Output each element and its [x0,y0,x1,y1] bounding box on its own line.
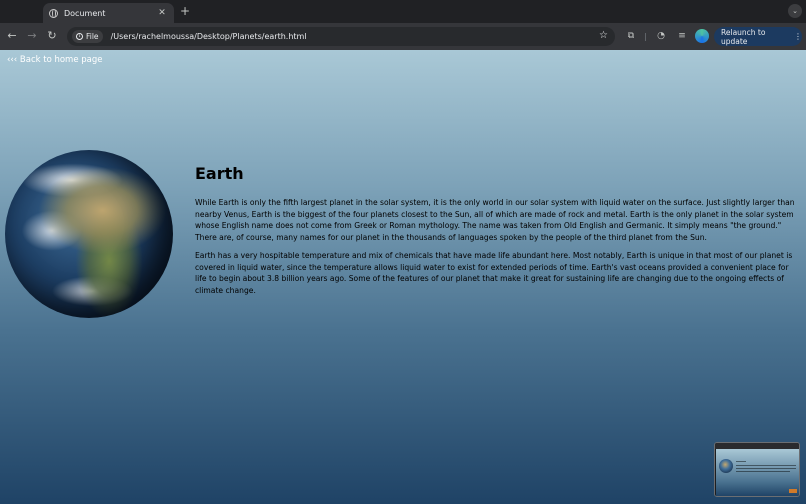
new-tab-button[interactable]: + [178,4,192,18]
thumbnail-badge [789,489,797,493]
screenshot-thumbnail[interactable] [714,442,800,497]
puzzle-icon[interactable]: ⧉ [625,30,637,42]
forward-button[interactable]: → [24,28,40,44]
planet-content: Earth While Earth is only the fifth larg… [195,164,800,303]
url-text[interactable]: /Users/rachelmoussa/Desktop/Planets/eart… [111,32,307,41]
tab-strip: Document ✕ + ⌄ [0,0,806,23]
globe-icon [49,8,58,18]
thumbnail-page [716,449,799,496]
paragraph: While Earth is only the fifth largest pl… [195,198,795,243]
tab-title: Document [64,8,106,18]
tab-document[interactable]: Document ✕ [43,3,174,23]
close-icon[interactable]: ✕ [156,7,168,19]
info-icon: i [76,33,83,40]
page-viewport: ‹‹‹ Back to home page Earth While Earth … [0,50,806,504]
back-button[interactable]: ← [4,28,20,44]
relaunch-button[interactable]: Relaunch to update ⋮ [714,27,802,46]
toolbar-divider [645,33,646,41]
media-queue-icon[interactable]: ≡ [676,30,688,42]
more-vert-icon[interactable]: ⋮ [794,32,802,41]
address-bar[interactable]: i File /Users/rachelmoussa/Desktop/Plane… [67,27,615,46]
profile-icon[interactable] [695,29,709,43]
paragraph: Earth has a very hospitable temperature … [195,250,793,295]
chevron-down-icon[interactable]: ⌄ [788,4,802,18]
back-to-home-link[interactable]: ‹‹‹ Back to home page [7,55,103,65]
toolbar: ← → ↻ i File /Users/rachelmoussa/Desktop… [0,23,806,50]
site-info-chip[interactable]: i File [72,30,103,43]
thumbnail-line [736,465,796,466]
relaunch-label: Relaunch to update [721,27,766,46]
thumbnail-earth [719,459,733,473]
reload-button[interactable]: ↻ [44,28,60,44]
gauge-icon[interactable]: ◔ [655,30,667,42]
thumbnail-line [736,468,796,469]
earth-image [5,150,173,318]
site-info-label: File [86,32,99,41]
star-icon[interactable]: ☆ [599,29,608,43]
thumbnail-line [736,461,746,462]
page-title: Earth [195,164,244,183]
thumbnail-line [736,471,790,472]
